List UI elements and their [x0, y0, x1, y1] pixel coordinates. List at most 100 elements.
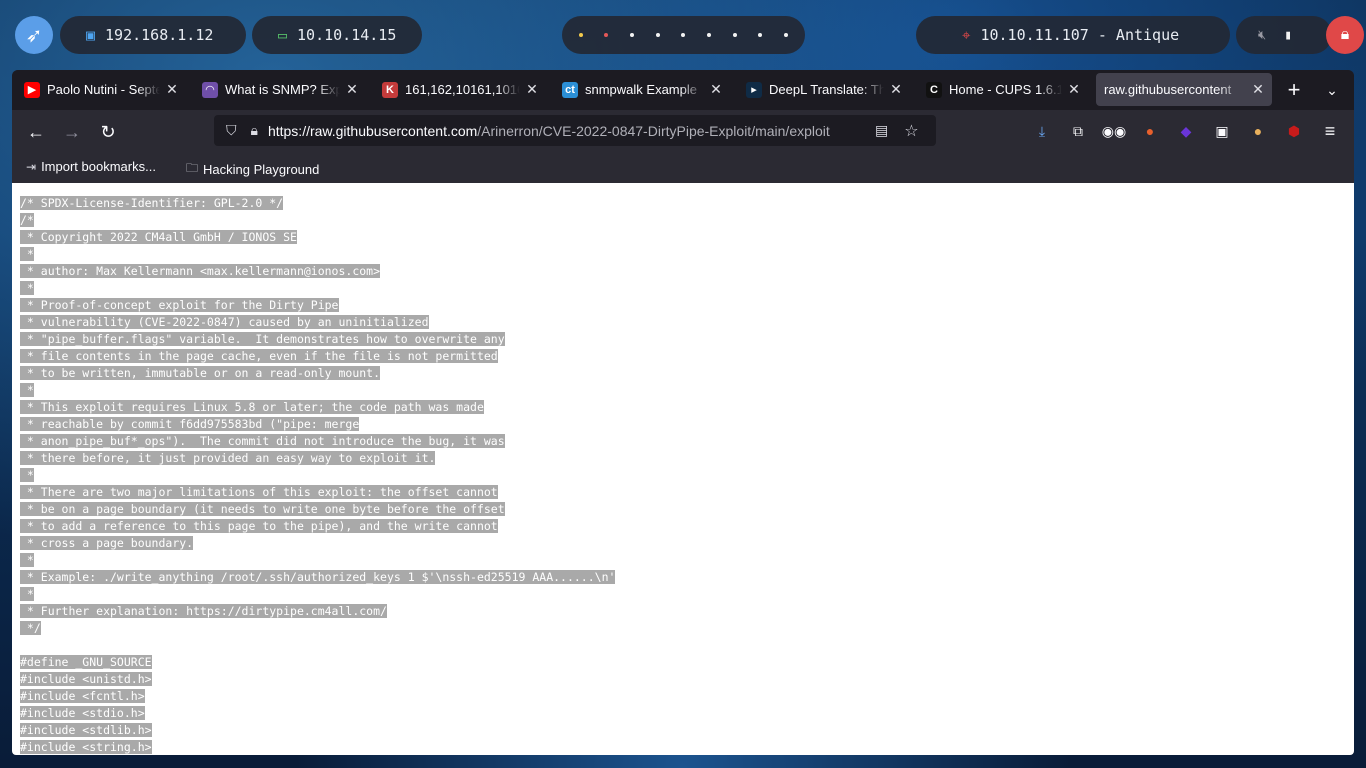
new-tab-button[interactable]: + [1280, 76, 1308, 104]
import-icon: ⇥ [26, 159, 37, 174]
tab[interactable]: ct snmpwalk Example ✕ [554, 73, 730, 106]
tab-active[interactable]: raw.githubusercontent ✕ [1096, 73, 1272, 106]
local-ip-text: 192.168.1.12 [105, 26, 214, 44]
navigation-toolbar: ← → ↻ ⛉ 🔒︎ https://raw.githubusercontent… [12, 110, 1354, 152]
bookmark-star-icon[interactable]: ☆ [904, 121, 918, 141]
lock-icon[interactable]: 🔒︎ [251, 122, 258, 139]
forward-button[interactable]: → [58, 118, 86, 146]
hamburger-menu-icon[interactable]: ≡ [1318, 119, 1342, 143]
back-button[interactable]: ← [22, 118, 50, 146]
laptop-icon: ▭ [278, 26, 288, 44]
code-line: * author: Max Kellermann <max.kellermann… [20, 263, 615, 280]
extensions-icon[interactable]: ⧉ [1066, 119, 1090, 143]
import-bookmarks-button[interactable]: ⇥ Import bookmarks... [26, 159, 156, 174]
hacktools-extension-icon[interactable]: ◉◉ [1102, 119, 1126, 143]
reload-button[interactable]: ↻ [94, 118, 122, 146]
workspace-dot[interactable] [784, 33, 789, 37]
kali-dragon-icon: ➶ [25, 24, 43, 47]
code-line: * be on a page boundary (it needs to wri… [20, 501, 615, 518]
vpn-ip-widget[interactable]: ▭ 10.10.14.15 [252, 16, 422, 54]
workspace-dot[interactable] [604, 33, 609, 37]
lock-button[interactable]: 🔒︎ [1326, 16, 1364, 54]
url-text[interactable]: https://raw.githubusercontent.com/Ariner… [268, 123, 873, 139]
code-line-text: * Proof-of-concept exploit for the Dirty… [20, 298, 339, 312]
code-line: * Proof-of-concept exploit for the Dirty… [20, 297, 615, 314]
tab[interactable]: ◠ What is SNMP? Expl ✕ [194, 73, 366, 106]
address-bar[interactable]: ⛉ 🔒︎ https://raw.githubusercontent.com/A… [214, 115, 936, 146]
close-tab-icon[interactable]: ✕ [524, 81, 540, 98]
code-line: #define _GNU_SOURCE [20, 654, 615, 671]
code-line-text: * [20, 383, 34, 397]
code-line: * Copyright 2022 CM4all GmbH / IONOS SE [20, 229, 615, 246]
code-line: * cross a page boundary. [20, 535, 615, 552]
foxyproxy-extension-icon[interactable]: ● [1138, 119, 1162, 143]
wappalyzer-extension-icon[interactable]: ◆ [1174, 119, 1198, 143]
code-line: * [20, 280, 615, 297]
code-line-text: #include <fcntl.h> [20, 689, 145, 703]
code-line-text: * [20, 281, 34, 295]
close-tab-icon[interactable]: ✕ [1066, 81, 1082, 98]
code-line-text: #include <string.h> [20, 740, 152, 754]
code-line: #include <string.h> [20, 739, 615, 755]
workspace-dot[interactable] [758, 33, 763, 37]
reader-view-icon[interactable]: ▤ [875, 122, 888, 139]
code-line: * to be written, immutable or on a read-… [20, 365, 615, 382]
code-line-text: * be on a page boundary (it needs to wri… [20, 502, 505, 516]
bookmark-folder-hacking-playground[interactable]: 🗀︎ Hacking Playground [186, 159, 319, 180]
desktop-panel: ➶ ▣ 192.168.1.12 ▭ 10.10.14.15 ⌖ 10.10.1… [0, 0, 1366, 68]
folder-icon: 🗀︎ [186, 161, 199, 175]
tab-title: raw.githubusercontent [1104, 82, 1232, 97]
workspace-dot[interactable] [681, 33, 686, 37]
tab[interactable]: K 161,162,10161,1016 ✕ [374, 73, 546, 106]
volume-muted-icon[interactable]: 🔇︎ [1258, 28, 1266, 43]
code-line: #include <stdlib.h> [20, 722, 615, 739]
close-tab-icon[interactable]: ✕ [708, 81, 724, 98]
workspace-dot[interactable] [630, 33, 635, 37]
close-tab-icon[interactable]: ✕ [1250, 81, 1266, 98]
chevron-down-icon: ⌄ [1326, 82, 1338, 98]
code-line: #include <fcntl.h> [20, 688, 615, 705]
tab-title: 161,162,10161,1016 [405, 82, 520, 97]
code-line: * [20, 586, 615, 603]
code-line: * [20, 382, 615, 399]
code-line-text: * Example: ./write_anything /root/.ssh/a… [20, 570, 616, 584]
local-ip-widget[interactable]: ▣ 192.168.1.12 [60, 16, 246, 54]
cookie-editor-extension-icon[interactable]: ▣ [1210, 119, 1234, 143]
target-widget[interactable]: ⌖ 10.10.11.107 - Antique [916, 16, 1230, 54]
tab-title: snmpwalk Example [585, 82, 697, 97]
tracking-protection-shield-icon[interactable]: ⛉ [226, 122, 237, 139]
code-line: * vulnerability (CVE-2022-0847) caused b… [20, 314, 615, 331]
tab[interactable]: ▸ DeepL Translate: Th ✕ [738, 73, 910, 106]
import-bookmarks-label: Import bookmarks... [41, 159, 156, 174]
deepl-icon: ▸ [746, 81, 762, 98]
code-line: * [20, 467, 615, 484]
code-line-text: * vulnerability (CVE-2022-0847) caused b… [20, 315, 429, 329]
ublock-origin-icon[interactable]: ⬢ [1282, 119, 1306, 143]
code-line-text: * There are two major limitations of thi… [20, 485, 498, 499]
close-tab-icon[interactable]: ✕ [888, 81, 904, 98]
cups-icon: C [926, 81, 942, 98]
close-tab-icon[interactable]: ✕ [344, 81, 360, 98]
close-tab-icon[interactable]: ✕ [164, 81, 180, 98]
tab-title: DeepL Translate: Th [769, 82, 884, 97]
reload-icon: ↻ [100, 122, 116, 142]
downloads-icon[interactable]: ⤓ [1030, 119, 1054, 143]
app-launcher-button[interactable]: ➶ [15, 16, 53, 54]
workspace-dot[interactable] [707, 33, 712, 37]
url-path: /Arinerron/CVE-2022-0847-DirtyPipe-Explo… [477, 122, 830, 139]
crosshair-icon: ⌖ [962, 26, 971, 44]
code-line: * Further explanation: https://dirtypipe… [20, 603, 615, 620]
cookie-extension-icon[interactable]: ● [1246, 119, 1270, 143]
workspace-dot[interactable] [732, 33, 737, 37]
code-line-text: * Copyright 2022 CM4all GmbH / IONOS SE [20, 230, 297, 244]
raw-source-code[interactable]: /* SPDX-License-Identifier: GPL-2.0 */ /*… [20, 195, 616, 755]
battery-icon[interactable]: ▮ [1284, 28, 1292, 43]
tab[interactable]: ▶ Paolo Nutini - Septe ✕ [16, 73, 186, 106]
tab[interactable]: C Home - CUPS 1.6.1 ✕ [918, 73, 1088, 106]
list-all-tabs-button[interactable]: ⌄ [1318, 76, 1346, 104]
workspace-switcher[interactable] [562, 16, 805, 54]
code-line-text: #include <unistd.h> [20, 672, 152, 686]
workspace-dot[interactable] [655, 33, 660, 37]
workspace-dot[interactable] [578, 33, 583, 37]
